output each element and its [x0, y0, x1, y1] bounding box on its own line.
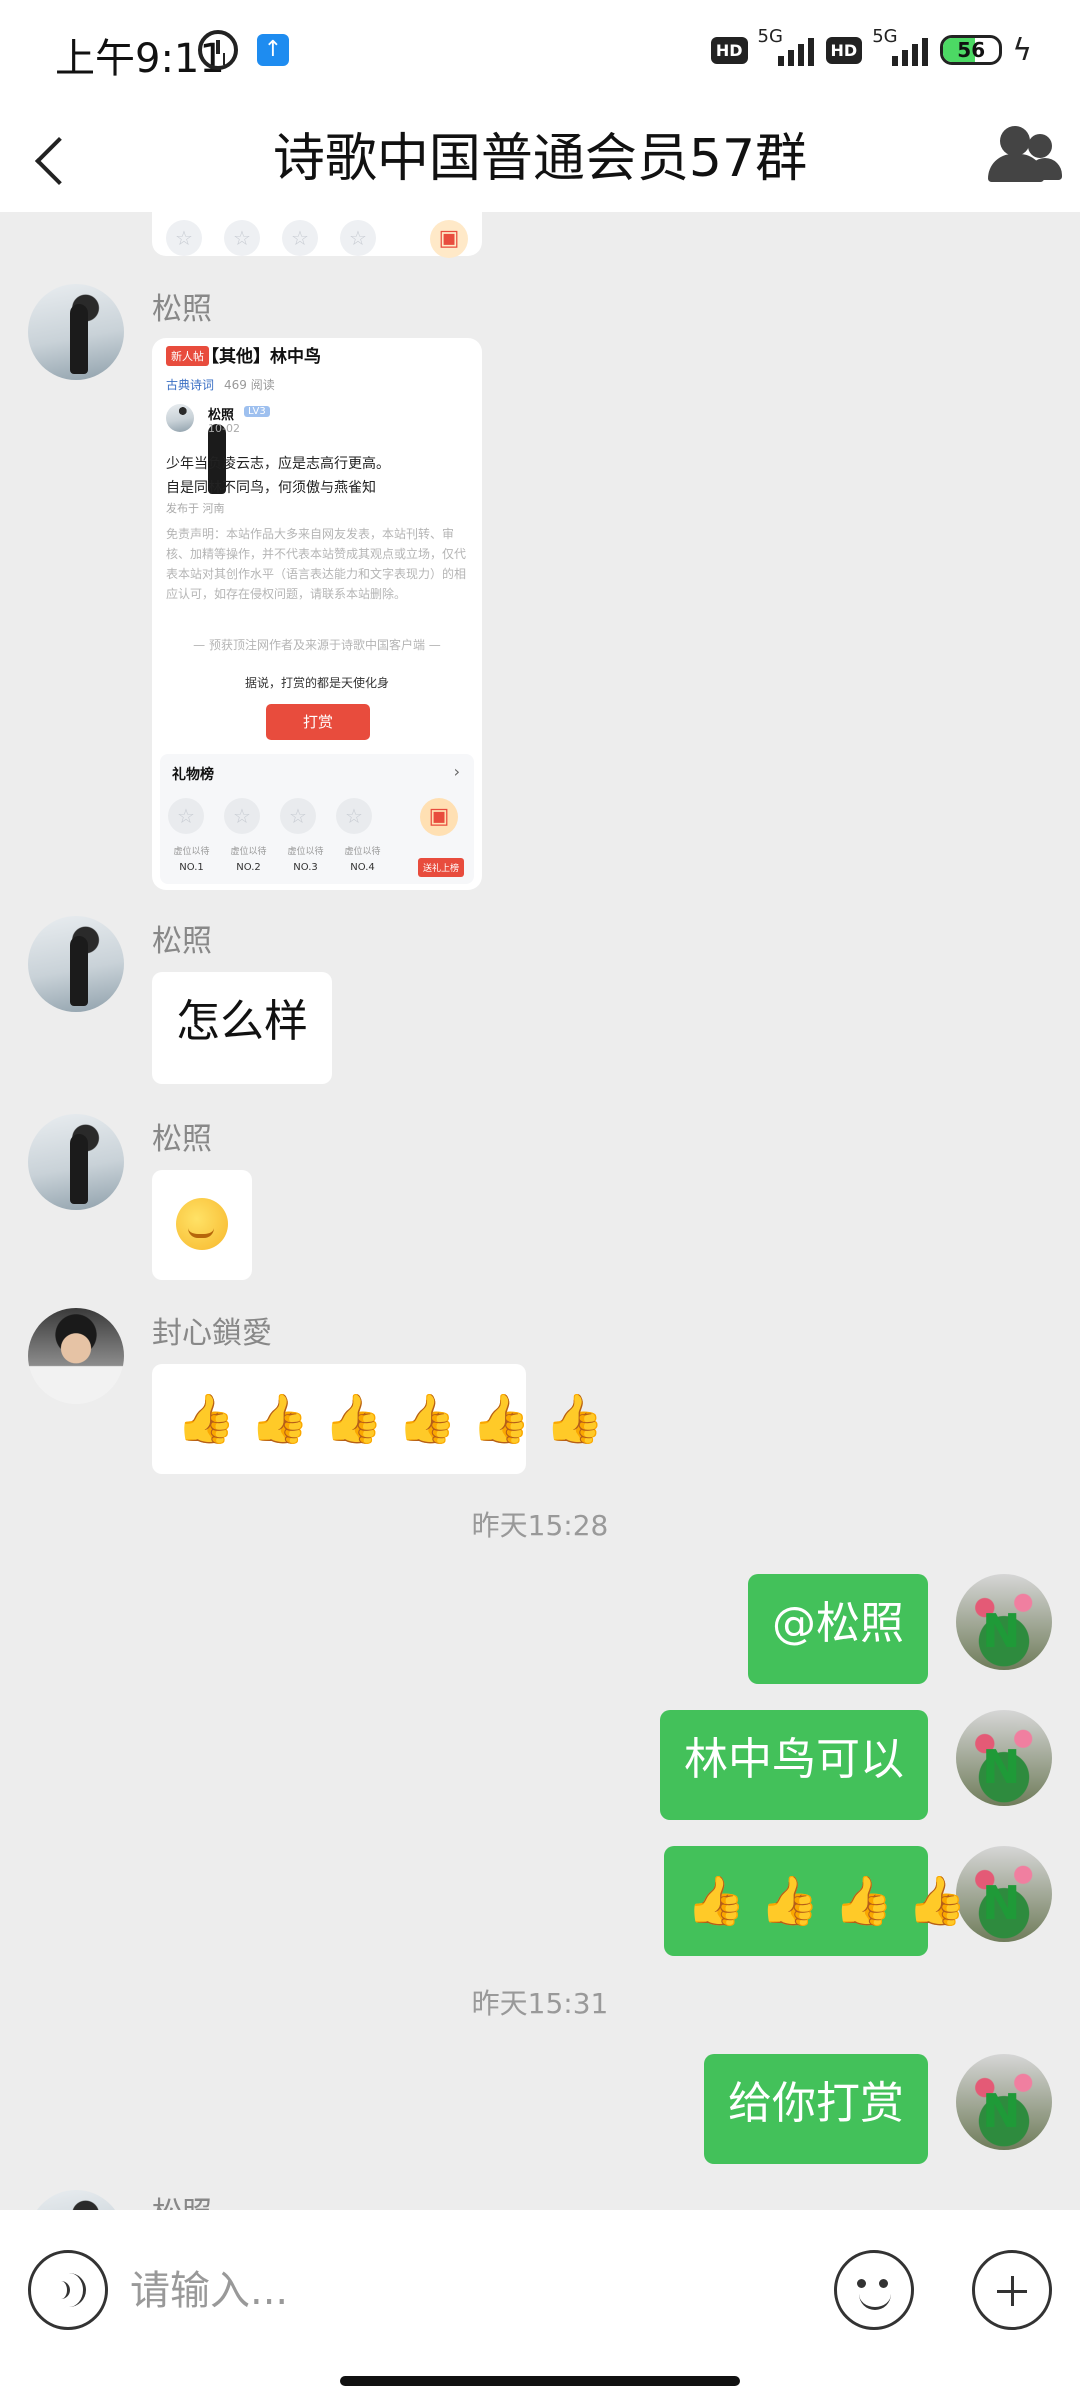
avatar[interactable] [28, 1114, 124, 1210]
reward-button[interactable]: 打赏 [266, 704, 370, 740]
star-icon: ☆ [224, 220, 260, 256]
card-category: 古典诗词 [166, 378, 215, 392]
thumbs-up-icon: 👍 [397, 1391, 458, 1447]
thumbs-up-icon: 👍 [544, 1391, 605, 1447]
share-card[interactable]: 新人帖 【其他】林中鸟 古典诗词 469 阅读 松照 LV3 10-02 少年当负… [152, 338, 482, 890]
sender-name: 松照 [152, 924, 212, 959]
gift-slot-label: 虚位以待 [344, 847, 381, 857]
card-author: 松照 [208, 408, 235, 423]
thumbs-up-icon: 👍 [759, 1873, 820, 1929]
card-reward-hint: 据说，打赏的都是天使化身 [244, 676, 389, 690]
emoji-button[interactable] [834, 2250, 914, 2330]
thumbs-up-icon: 👍 [176, 1391, 236, 1447]
avatar[interactable] [956, 1574, 1052, 1670]
smirk-emoji-icon [176, 1198, 228, 1250]
avatar[interactable] [956, 1846, 1052, 1942]
message-bubble[interactable]: 怎么样 [152, 972, 332, 1084]
thumbs-up-icon: 👍 [686, 1873, 746, 1929]
chat-area[interactable]: ☆ ☆ ☆ ☆ ▣ 松照 新人帖 【其他】林中鸟 古典诗词 469 阅读 松照 L… [0, 212, 1080, 2210]
hd-badge: HD [825, 36, 863, 64]
input-bar [0, 2210, 1080, 2400]
group-title: 诗歌中国普通会员57群 [272, 129, 808, 189]
avatar[interactable] [28, 916, 124, 1012]
gift-rank: NO.4 [350, 862, 375, 873]
poem-line: 少年当负凌云志，应是志高行更高。 [166, 456, 390, 472]
star-icon: ☆ [166, 220, 202, 256]
card-disclaimer: 免责声明：本站作品大多来自网友发表，本站刊转、审核、加精等操作，并不代表本站赞成… [166, 527, 467, 601]
gift-slot-label: 虚位以待 [230, 847, 267, 857]
thumbs-up-icon: 👍 [249, 1391, 310, 1447]
upload-icon: ↑ [257, 34, 289, 66]
message-bubble[interactable]: 林中鸟可以 [660, 1710, 928, 1820]
card-author-avatar [166, 404, 226, 494]
gift-slot-label: 虚位以待 [287, 847, 324, 857]
home-indicator[interactable] [340, 2376, 740, 2386]
avatar[interactable] [28, 2190, 124, 2210]
card-separator: — 预获顶注网作者及来源于诗歌中国客户端 — [193, 638, 441, 652]
star-icon: ☆ [282, 220, 318, 256]
timestamp: 昨天15:31 [471, 1987, 609, 2020]
message-bubble[interactable]: @松照 [748, 1574, 928, 1684]
message-input[interactable] [130, 2246, 800, 2336]
avatar[interactable] [28, 284, 124, 380]
battery-icon: 56 [940, 35, 1003, 65]
star-icon: ☆ [168, 798, 204, 834]
avatar[interactable] [956, 1710, 1052, 1806]
star-icon: ☆ [340, 220, 376, 256]
thumbs-up-icon: 👍 [833, 1873, 894, 1929]
sender-name: 封心鎖愛 [152, 1316, 272, 1351]
emoji-message[interactable]: 👍 👍 👍 👍 [664, 1846, 967, 1956]
voice-input-button[interactable] [28, 2250, 108, 2330]
card-title: 【其他】林中鸟 [202, 347, 321, 367]
group-members-icon[interactable] [982, 120, 1062, 190]
thumbs-up-icon: 👍 [907, 1873, 968, 1929]
status-indicators: HD 5G HD 5G 56 ϟ [710, 26, 1032, 70]
network-label: 5G [872, 26, 898, 47]
gift-rank: NO.1 [179, 862, 204, 873]
network-label: 5G [757, 26, 783, 47]
message-bubble[interactable]: 给你打赏 [704, 2054, 928, 2164]
gift-rank: NO.2 [236, 862, 261, 873]
timestamp: 昨天15:28 [471, 1509, 609, 1542]
emoji-message[interactable] [152, 1170, 252, 1280]
card-reads: 469 阅读 [224, 378, 275, 392]
sender-name: 松照 [152, 2188, 212, 2210]
sender-name: 松照 [152, 292, 212, 327]
status-bar: 上午9:11 ↑ HD 5G HD 5G 56 ϟ [0, 0, 1080, 100]
hd-badge: HD [710, 36, 748, 64]
gift-slot-label: 虚位以待 [173, 847, 210, 857]
gift-ranking-title: 礼物榜 [172, 767, 214, 783]
signal-icon: 5G [872, 26, 930, 70]
card-poem: 少年当负凌云志，应是志高行更高。 自是同林不同鸟，何须傲与燕雀知 [166, 452, 390, 500]
gift-icon: ▣ [420, 798, 458, 836]
card-date: 10-02 [208, 422, 240, 435]
send-gift-button[interactable]: 送礼上榜 [417, 858, 464, 877]
signal-icon: 5G [758, 26, 816, 70]
sender-name: 松照 [152, 1122, 212, 1157]
gift-ranking[interactable]: 礼物榜 › ☆ ☆ ☆ ☆ 虚位以待 虚位以待 虚位以待 虚位以待 NO.1 N… [160, 754, 474, 884]
star-icon: ☆ [336, 798, 372, 834]
gift-icon: ▣ [430, 220, 468, 258]
partial-share-card[interactable]: ☆ ☆ ☆ ☆ ▣ [152, 212, 482, 258]
star-icon: ☆ [224, 798, 260, 834]
avatar[interactable] [28, 1308, 124, 1404]
thumbs-up-icon: 👍 [471, 1391, 531, 1447]
card-location: 发布于 河南 [166, 502, 225, 515]
card-meta: 古典诗词 469 阅读 [166, 376, 275, 393]
battery-level: 56 [957, 38, 986, 62]
thumbs-up-icon: 👍 [323, 1391, 384, 1447]
star-icon: ☆ [280, 798, 316, 834]
more-actions-button[interactable] [972, 2250, 1052, 2330]
nav-bar: 诗歌中国普通会员57群 [0, 100, 1080, 212]
charging-icon: ϟ [1012, 32, 1032, 68]
gift-rank: NO.3 [293, 862, 318, 873]
emoji-message[interactable]: 👍 👍 👍 👍 👍 👍 [152, 1364, 605, 1474]
avatar[interactable] [956, 2054, 1052, 2150]
poem-line: 自是同林不同鸟，何须傲与燕雀知 [166, 480, 376, 496]
alarm-icon [198, 30, 238, 70]
card-level-badge: LV3 [244, 406, 270, 417]
chevron-right-icon: › [453, 762, 460, 781]
